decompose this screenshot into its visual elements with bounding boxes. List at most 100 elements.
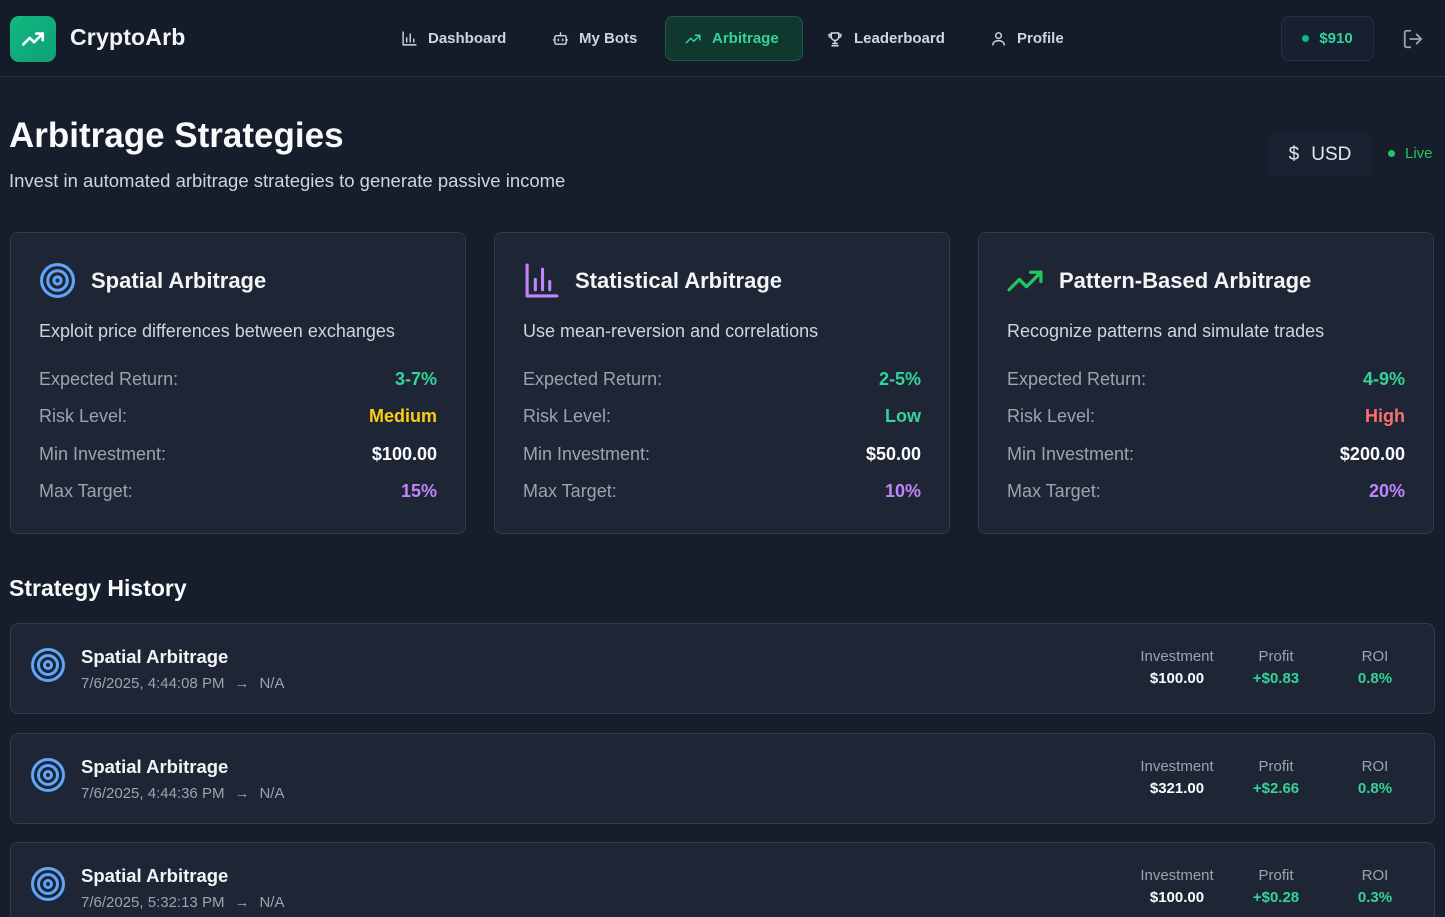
stat-max-target: Max Target: 10% [523,479,921,503]
history-strategy-name: Spatial Arbitrage [81,646,229,667]
roi-metric: ROI 0.3% [1325,867,1425,906]
currency-label: USD [1311,143,1352,165]
stat-label: Min Investment: [523,443,651,464]
target-icon [31,648,65,682]
stat-value: 2-5% [878,368,921,389]
metric-value: $100.00 [1149,889,1205,906]
bot-icon [552,32,569,45]
arrow-right-icon: → [234,785,250,802]
bar-chart-icon [525,263,559,298]
strategy-card-statistical[interactable]: Statistical Arbitrage Use mean-reversion… [494,232,950,534]
metric-value: +$2.66 [1252,780,1300,797]
bar-chart-icon [402,31,417,46]
nav-arbitrage[interactable]: Arbitrage [665,16,803,61]
metric-value: $321.00 [1149,780,1205,797]
nav-leaderboard[interactable]: Leaderboard [808,16,963,61]
currency-selector[interactable]: $ USD [1267,132,1373,177]
nav-dashboard[interactable]: Dashboard [383,16,524,61]
start-date: 7/6/2025, 5:32:13 PM [81,894,225,911]
metric-label: Investment [1140,867,1214,884]
stat-value: 4-9% [1362,368,1405,389]
stat-value: Medium [368,405,437,426]
start-date: 7/6/2025, 4:44:36 PM [81,785,225,802]
logout-button[interactable] [1400,26,1426,52]
strategy-card-spatial[interactable]: Spatial Arbitrage Exploit price differen… [10,232,466,534]
logout-icon [1403,29,1423,49]
live-dot [1388,150,1395,157]
stat-value: 10% [884,480,921,501]
trending-up-icon [21,32,45,46]
card-title: Statistical Arbitrage [575,267,783,293]
nav-label: Dashboard [428,30,507,47]
nav-my-bots[interactable]: My Bots [534,16,655,61]
stat-label: Risk Level: [1007,405,1096,426]
metric-value: 0.3% [1357,889,1393,906]
card-header: Spatial Arbitrage [39,262,266,299]
target-icon [31,867,65,901]
card-description: Exploit price differences between exchan… [39,321,395,341]
history-row[interactable]: Spatial Arbitrage 7/6/2025, 5:32:13 PM →… [10,842,1435,917]
investment-metric: Investment $100.00 [1127,867,1227,906]
nav-profile[interactable]: Profile [972,16,1082,61]
stat-value: 15% [400,480,437,501]
history-title: Strategy History [9,575,187,601]
stat-min-investment: Min Investment: $50.00 [523,442,921,466]
metric-label: Investment [1140,758,1214,775]
stat-label: Expected Return: [39,368,179,389]
metric-value: 0.8% [1357,670,1393,687]
top-navbar: CryptoArb Dashboard My Bots Arbitrage Le… [0,0,1445,77]
stat-min-investment: Min Investment: $100.00 [39,442,437,466]
stat-value: $100.00 [371,443,437,464]
trending-up-icon [685,34,701,43]
logo[interactable] [10,16,56,62]
card-header: Statistical Arbitrage [523,262,782,299]
nav-label: Leaderboard [854,30,945,47]
stat-min-investment: Min Investment: $200.00 [1007,442,1405,466]
stat-label: Risk Level: [39,405,128,426]
status-dot [1302,35,1310,42]
nav-label: Arbitrage [712,30,779,47]
nav-label: My Bots [579,30,638,47]
history-row[interactable]: Spatial Arbitrage 7/6/2025, 4:44:36 PM →… [10,733,1435,824]
profit-metric: Profit +$0.83 [1226,648,1326,687]
strategy-card-pattern[interactable]: Pattern-Based Arbitrage Recognize patter… [978,232,1434,534]
end-date: N/A [259,785,285,802]
profit-metric: Profit +$2.66 [1226,758,1326,797]
history-row[interactable]: Spatial Arbitrage 7/6/2025, 4:44:08 PM →… [10,623,1435,714]
roi-metric: ROI 0.8% [1325,758,1425,797]
stat-label: Max Target: [523,480,617,501]
stat-value: $200.00 [1339,443,1405,464]
history-strategy-name: Spatial Arbitrage [81,756,229,777]
history-strategy-name: Spatial Arbitrage [81,865,229,886]
stat-label: Min Investment: [39,443,167,464]
metric-label: Profit [1258,867,1294,884]
app-name[interactable]: CryptoArb [70,24,186,51]
metric-label: Investment [1140,648,1214,665]
stat-max-target: Max Target: 20% [1007,479,1405,503]
metric-value: $100.00 [1149,670,1205,687]
stat-value: $50.00 [865,443,921,464]
stat-value: 20% [1368,480,1405,501]
metric-value: +$0.83 [1252,670,1300,687]
history-date-range: 7/6/2025, 5:32:13 PM → N/A [81,894,284,911]
page-title: Arbitrage Strategies [9,116,344,155]
stat-risk-level: Risk Level: High [1007,404,1405,428]
card-description: Use mean-reversion and correlations [523,321,819,341]
stat-label: Max Target: [39,480,133,501]
user-icon [992,32,1005,46]
profit-metric: Profit +$0.28 [1226,867,1326,906]
trophy-icon [828,31,842,46]
stat-label: Max Target: [1007,480,1101,501]
stat-value: Low [885,405,921,426]
dollar-icon: $ [1288,143,1300,165]
metric-label: ROI [1361,758,1389,775]
live-indicator: Live [1388,145,1433,162]
stat-label: Min Investment: [1007,443,1135,464]
wallet-balance-button[interactable]: $910 [1281,16,1374,61]
stat-label: Expected Return: [1007,368,1147,389]
start-date: 7/6/2025, 4:44:08 PM [81,675,225,692]
stat-label: Risk Level: [523,405,612,426]
balance-value: $910 [1319,30,1353,47]
history-date-range: 7/6/2025, 4:44:36 PM → N/A [81,785,284,802]
arrow-right-icon: → [234,675,250,692]
